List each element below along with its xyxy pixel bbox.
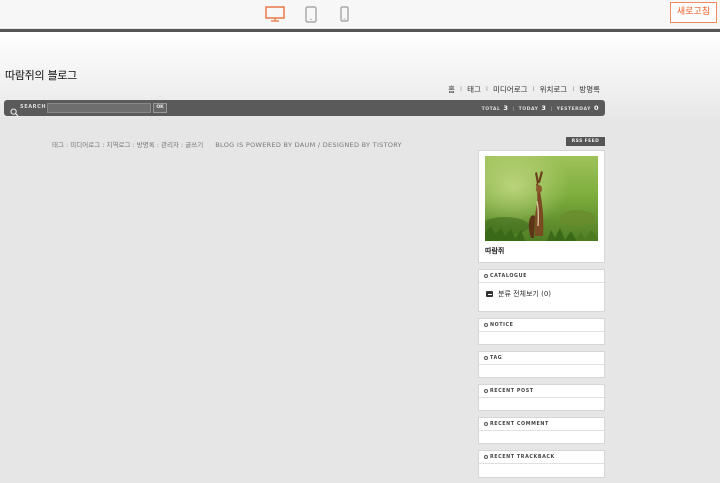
notice-title: NOTICE [490, 322, 514, 328]
catalogue-box: CATALOGUE 분류 전체보기 (0) [478, 269, 605, 312]
nav-locationlog[interactable]: 위치로그 [538, 84, 570, 95]
total-count: 3 [503, 104, 509, 112]
notice-header: NOTICE [479, 319, 604, 332]
recent-comment-title: RECENT COMMENT [490, 421, 549, 427]
catalogue-title: CATALOGUE [490, 273, 527, 279]
tag-header: TAG [479, 352, 604, 365]
bullet-icon [484, 422, 488, 426]
rss-feed-button[interactable]: RSS FEED [566, 137, 605, 146]
tablet-icon[interactable] [303, 4, 319, 24]
recent-trackback-box: RECENT TRACKBACK [478, 450, 605, 478]
bullet-icon [484, 455, 488, 459]
nav-medialog[interactable]: 미디어로그 [491, 84, 530, 95]
tag-title: TAG [490, 355, 503, 361]
notice-box: NOTICE [478, 318, 605, 345]
recent-post-header: RECENT POST [479, 385, 604, 398]
nav-separator: ı [485, 84, 488, 93]
nav-separator: ı [460, 84, 463, 93]
search-bar: SEARCH OK TOTAL 3 | TODAY 3 | YESTERDAY … [4, 100, 605, 117]
search-input[interactable] [47, 103, 151, 113]
profile-box: 따람쥐 [478, 150, 605, 263]
refresh-button[interactable]: 새로고침 [669, 2, 717, 23]
blog-title[interactable]: 따람쥐의 블로그 [5, 67, 77, 83]
preview-toolbar: 새로고침 [0, 0, 720, 29]
nav-separator: ı [572, 84, 575, 93]
recent-trackback-header: RECENT TRACKBACK [479, 451, 604, 464]
mobile-icon[interactable] [337, 4, 351, 24]
nav-tag[interactable]: 태그 [465, 84, 483, 95]
recent-comment-box: RECENT COMMENT [478, 417, 605, 444]
stats-separator: | [550, 107, 553, 112]
visitor-stats: TOTAL 3 | TODAY 3 | YESTERDAY 0 [482, 104, 599, 112]
profile-image[interactable] [485, 156, 598, 241]
nav-guestbook[interactable]: 방명록 [577, 84, 602, 95]
total-label: TOTAL [481, 107, 501, 112]
bullet-icon [484, 356, 488, 360]
stats-separator: | [512, 107, 515, 112]
search-icon [10, 102, 19, 121]
bullet-icon [484, 323, 488, 327]
yesterday-count: 0 [593, 104, 599, 112]
catalogue-header: CATALOGUE [479, 270, 604, 283]
nav-separator: ı [532, 84, 535, 93]
bullet-icon [484, 389, 488, 393]
category-all-label: 분류 전체보기 (0) [498, 290, 552, 298]
blog-nav: 홈 ı 태그 ı 미디어로그 ı 위치로그 ı 방명록 [446, 84, 602, 95]
recent-post-title: RECENT POST [490, 388, 534, 394]
category-all-item[interactable]: 분류 전체보기 (0) [486, 289, 551, 299]
powered-by: BLOG IS POWERED BY DAUM / DESIGNED BY TI… [215, 141, 402, 149]
nav-home[interactable]: 홈 [446, 84, 457, 95]
footer-links[interactable]: 태그 : 미디어로그 : 지역로그 : 방명록 : 관리자 : 글쓰기 [52, 141, 203, 149]
today-label: TODAY [518, 107, 539, 112]
today-count: 3 [541, 104, 547, 112]
recent-comment-header: RECENT COMMENT [479, 418, 604, 431]
content-footer: 태그 : 미디어로그 : 지역로그 : 방명록 : 관리자 : 글쓰기 BLOG… [52, 139, 402, 149]
recent-post-box: RECENT POST [478, 384, 605, 411]
profile-name: 따람쥐 [485, 247, 505, 255]
category-icon [486, 291, 493, 297]
recent-trackback-title: RECENT TRACKBACK [490, 454, 555, 460]
yesterday-label: YESTERDAY [556, 107, 591, 112]
tag-box: TAG [478, 351, 605, 378]
search-ok-button[interactable]: OK [153, 103, 167, 113]
search-label: SEARCH [20, 104, 47, 110]
desktop-icon[interactable] [263, 4, 287, 24]
bullet-icon [484, 274, 488, 278]
